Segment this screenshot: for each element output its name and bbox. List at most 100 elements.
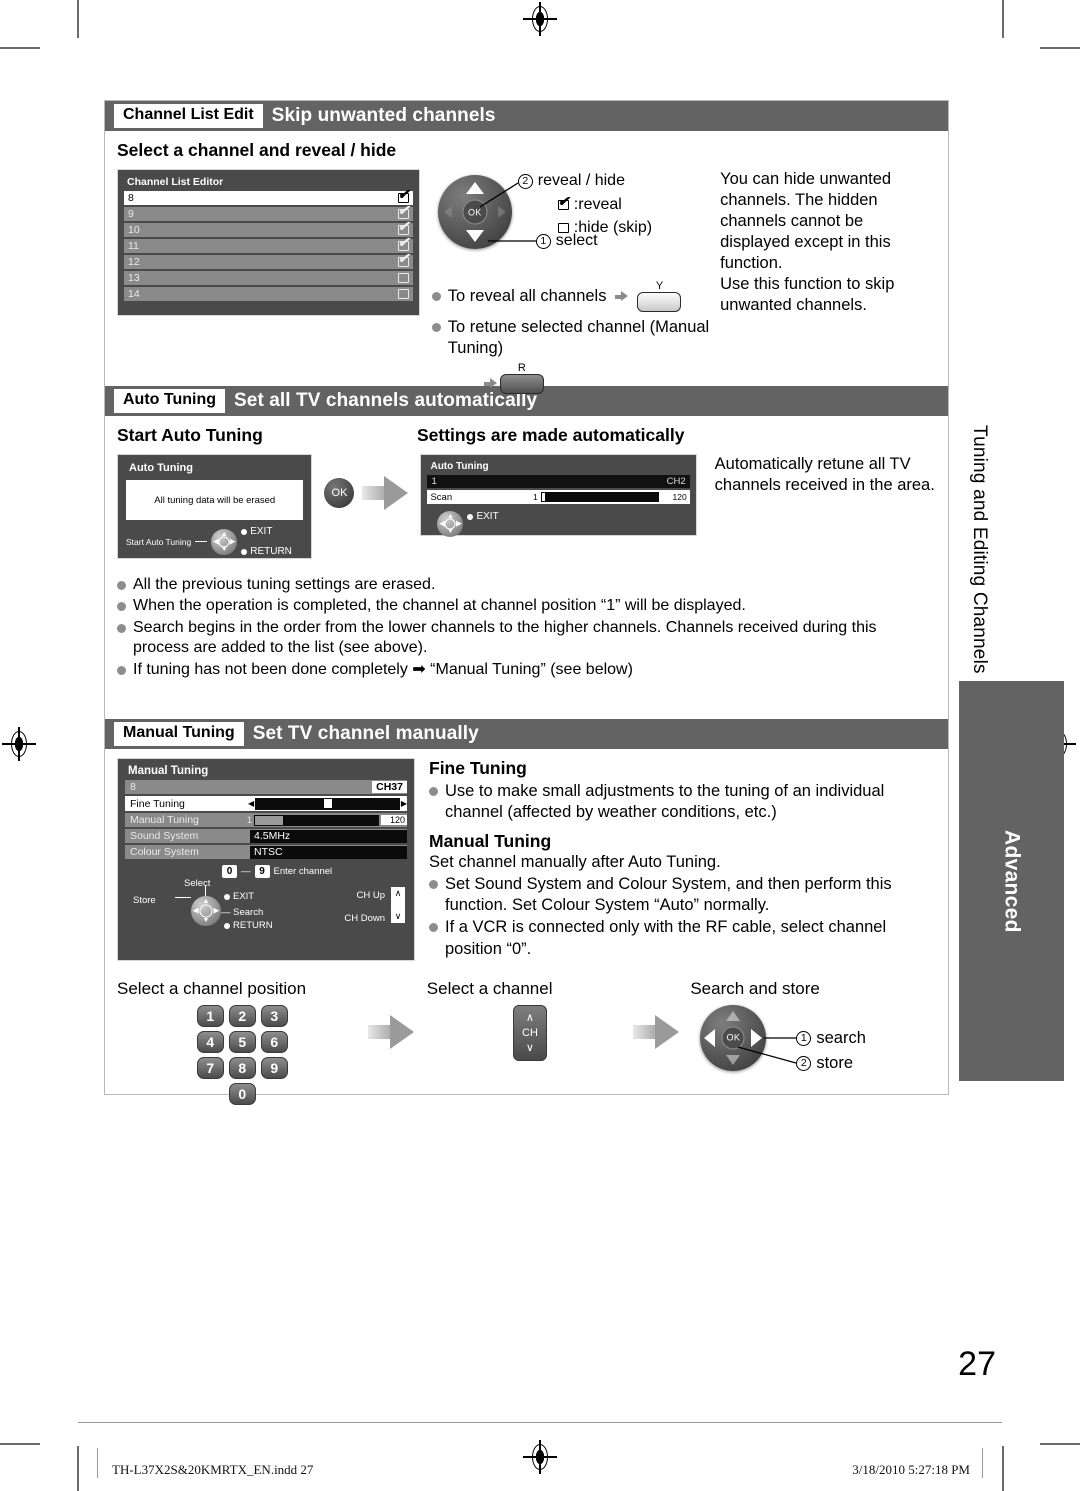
- numeric-key-6[interactable]: 6: [260, 1030, 288, 1053]
- ok-button-graphic[interactable]: OK: [462, 199, 488, 225]
- arrow-right-icon[interactable]: [497, 206, 506, 218]
- chapter-side-tab: Tuning and Editing Channels: [969, 425, 990, 674]
- osd-title: Auto Tuning: [129, 462, 193, 474]
- section-body-channel-list-edit: Select a channel and reveal / hide Chann…: [105, 131, 948, 395]
- list-item: All the previous tuning settings are era…: [117, 575, 936, 595]
- arrow-right-small-icon: [483, 378, 497, 389]
- channel-row[interactable]: 14: [124, 287, 413, 301]
- arrow-right-large-icon: [633, 1014, 680, 1049]
- osd-auto-tuning-scan: Auto Tuning 1 CH2 Scan 1 120 ▲ ▼ ◀ ▶ EXI…: [420, 454, 697, 537]
- osd-hint-ch-up: CH Up: [356, 890, 385, 901]
- reveal-checkbox-icon[interactable]: [397, 251, 410, 267]
- bullet-text: To retune selected channel (Manual Tunin…: [447, 318, 710, 358]
- registration-mark-left: [2, 727, 36, 761]
- osd-channel-position: 1: [431, 476, 437, 487]
- arrow-right-icon[interactable]: [751, 1028, 763, 1047]
- osd-value-sound-system: 4.5MHz: [250, 829, 407, 843]
- osd-title: Auto Tuning: [430, 461, 489, 472]
- numeric-key-3[interactable]: 3: [260, 1004, 288, 1027]
- ok-button-graphic[interactable]: OK: [324, 478, 355, 508]
- crop-line-right-v: [1002, 0, 1004, 38]
- osd-manual-tuning-bar: [254, 814, 379, 826]
- osd-key-return: RETURN: [250, 546, 292, 557]
- note-text: Use to make small adjustments to the tun…: [445, 782, 885, 822]
- osd-row-fine-tuning[interactable]: Fine Tuning ◀ ▶: [125, 796, 407, 811]
- osd-fine-tuning-slider[interactable]: [255, 797, 400, 810]
- channel-row[interactable]: 11: [124, 235, 413, 253]
- note-auto-retune: Automatically retune all TV channels rec…: [714, 455, 935, 494]
- navigation-pad-graphic[interactable]: OK: [437, 175, 512, 249]
- bullet-retune-selected-channel: To retune selected channel (Manual Tunin…: [431, 317, 720, 359]
- osd-row-sound-system[interactable]: Sound System 4.5MHz: [125, 829, 407, 843]
- callout-number-1: 1: [796, 1030, 812, 1046]
- chevron-up-icon: ∧: [525, 1011, 534, 1024]
- arrow-left-icon[interactable]: [443, 206, 452, 218]
- channel-row[interactable]: 8: [124, 187, 413, 205]
- reveal-legend-icon: [557, 194, 570, 210]
- channel-row[interactable]: 10: [124, 219, 413, 237]
- bullet-dot: [117, 602, 126, 612]
- arrow-down-icon[interactable]: [726, 1054, 741, 1065]
- bullet-dot: [431, 292, 441, 301]
- channel-up-down-key[interactable]: ∧ CH ∨: [512, 1004, 547, 1061]
- channel-row[interactable]: 9: [124, 203, 413, 221]
- numeric-key-2[interactable]: 2: [228, 1004, 256, 1027]
- channel-number: 10: [128, 224, 140, 236]
- osd-manual-tuning: Manual Tuning 8 CH37 Fine Tuning ◀ ▶ Man…: [117, 758, 415, 961]
- note-text: Search begins in the order from the lowe…: [133, 618, 877, 657]
- osd-row-manual-tuning[interactable]: Manual Tuning 1 120: [125, 813, 407, 827]
- bullet-dot-white: [467, 513, 474, 520]
- registration-mark-bottom: [523, 1440, 557, 1474]
- chevron-down-icon: ∨: [525, 1042, 534, 1055]
- arrow-down-icon[interactable]: [465, 230, 484, 242]
- arrow-left-icon[interactable]: [704, 1028, 716, 1047]
- hide-checkbox-icon[interactable]: [397, 289, 409, 299]
- osd-row-colour-system[interactable]: Colour System NTSC: [125, 845, 407, 859]
- numeric-key-5[interactable]: 5: [228, 1030, 256, 1053]
- ch-key-label: CH: [522, 1026, 538, 1039]
- section-header-manual-tuning: Manual Tuning Set TV channel manually: [105, 719, 948, 749]
- bullet-reveal-all-channels: To reveal all channels Y: [431, 281, 720, 312]
- arrow-up-icon[interactable]: [726, 1010, 741, 1021]
- numeric-key-8[interactable]: 8: [228, 1056, 256, 1079]
- arrow-up-icon[interactable]: [465, 182, 484, 194]
- osd-value-colour-system: NTSC: [250, 845, 407, 859]
- bullet-dot-white: [241, 528, 248, 535]
- bullet-dot: [429, 880, 438, 890]
- osd-scan-max: 120: [672, 492, 687, 502]
- osd-channel-position: 8: [130, 781, 136, 793]
- navigation-pad-graphic[interactable]: OK: [700, 1004, 767, 1071]
- content-frame: Channel List Edit Skip unwanted channels…: [104, 100, 949, 1105]
- numeric-key-7[interactable]: 7: [196, 1056, 224, 1079]
- ok-button-graphic[interactable]: OK: [721, 1026, 745, 1050]
- channel-number: 13: [128, 272, 140, 284]
- channel-row[interactable]: 12: [124, 251, 413, 269]
- numeric-key-9[interactable]: 9: [260, 1056, 288, 1079]
- page-number: 27: [958, 1345, 996, 1383]
- callout-search: search: [816, 1028, 866, 1047]
- numeric-key-4[interactable]: 4: [196, 1030, 224, 1053]
- crop-line-left-h2: [0, 1443, 40, 1445]
- channel-row[interactable]: 13: [124, 271, 413, 285]
- registration-mark-top: [523, 2, 557, 36]
- list-item: Use to make small adjustments to the tun…: [429, 781, 934, 823]
- step-caption-select-channel: Select a channel: [426, 978, 553, 998]
- red-key-button[interactable]: [499, 374, 544, 395]
- bullet-dot-white: [241, 548, 248, 555]
- callout-number-2: 2: [517, 173, 533, 189]
- bullet-dot: [117, 665, 126, 675]
- bullet-dot: [117, 623, 126, 633]
- osd-navigation-pad-icon: ▲ ▼ ◀ ▶: [211, 528, 238, 555]
- yellow-key-button[interactable]: [637, 292, 682, 312]
- hide-checkbox-icon[interactable]: [397, 273, 409, 283]
- numeric-key-0[interactable]: 0: [228, 1082, 256, 1105]
- osd-channel-value: CH37: [372, 781, 407, 793]
- osd-row-channel[interactable]: 8 CH37: [125, 780, 407, 794]
- numeric-key-1[interactable]: 1: [196, 1004, 224, 1027]
- key-label-red: R: [517, 362, 526, 375]
- osd-ch-updown-key[interactable]: ∧ ∨: [391, 887, 405, 923]
- section-body-auto-tuning: Start Auto Tuning Settings are made auto…: [105, 416, 948, 719]
- footer-divider-right: [982, 1448, 983, 1478]
- channel-number: 9: [128, 208, 134, 220]
- list-item: When the operation is completed, the cha…: [117, 596, 936, 616]
